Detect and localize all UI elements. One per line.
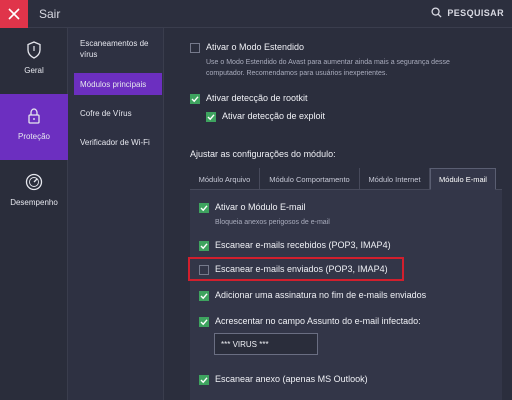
check-icon [200, 293, 208, 300]
close-button[interactable] [0, 0, 28, 28]
rail-item-performance[interactable]: Desempenho [0, 160, 68, 226]
shield-icon [27, 41, 41, 59]
tab-file-module[interactable]: Módulo Arquivo [190, 168, 260, 190]
left-rail: Geral Proteção Desempenho [0, 28, 68, 400]
close-icon [8, 8, 20, 20]
subject-tag-label: Acrescentar no campo Assunto do e-mail i… [215, 316, 421, 326]
tab-web-module[interactable]: Módulo Internet [360, 168, 430, 190]
extended-mode-description-1: Use o Modo Estendido do Avast para aumen… [206, 59, 450, 66]
search-label: PESQUISAR [447, 7, 504, 18]
extended-mode-checkbox[interactable] [190, 43, 200, 53]
subject-tag-checkbox[interactable] [199, 317, 209, 327]
rail-item-general[interactable]: Geral [0, 28, 68, 94]
submenu-item-virus-chest[interactable]: Cofre de Vírus [74, 108, 162, 119]
scan-received-label: Escanear e-mails recebidos (POP3, IMAP4) [215, 240, 391, 250]
check-icon [207, 114, 215, 121]
rail-item-label: Desempenho [10, 198, 58, 207]
email-module-description: Bloqueia anexos perigosos de e-mail [215, 219, 330, 226]
search-button[interactable]: PESQUISAR [431, 7, 504, 18]
scan-attachment-label: Escanear anexo (apenas MS Outlook) [215, 374, 368, 384]
tab-behavior-module[interactable]: Módulo Comportamento [260, 168, 360, 190]
rail-item-label: Geral [24, 66, 44, 75]
rail-item-label: Proteção [17, 132, 51, 141]
email-module-checkbox[interactable] [199, 203, 209, 213]
extended-mode-description-2: computador. Recomendamos para usuários i… [206, 70, 388, 77]
check-icon [200, 377, 208, 384]
rail-item-protection[interactable]: Proteção [0, 94, 68, 160]
scan-attachment-checkbox[interactable] [199, 375, 209, 385]
extended-mode-label: Ativar o Modo Estendido [206, 42, 305, 52]
exploit-label: Ativar detecção de exploit [222, 111, 326, 121]
exploit-checkbox[interactable] [206, 112, 216, 122]
title-bar: Sair PESQUISAR [0, 0, 512, 28]
subject-tag-input[interactable] [214, 333, 318, 355]
add-signature-label: Adicionar uma assinatura no fim de e-mai… [215, 290, 427, 300]
exit-label[interactable]: Sair [39, 7, 60, 21]
rootkit-label: Ativar detecção de rootkit [206, 93, 308, 103]
check-icon [200, 243, 208, 250]
check-icon [191, 96, 199, 103]
scan-received-checkbox[interactable] [199, 241, 209, 251]
submenu-item-wifi-inspector[interactable]: Verificador de Wi-Fi [74, 137, 162, 148]
check-icon [200, 319, 208, 326]
search-icon [431, 7, 442, 18]
main-panel: Ativar o Modo Estendido Use o Modo Esten… [164, 28, 512, 400]
module-tabs: Módulo Arquivo Módulo Comportamento Módu… [190, 168, 502, 190]
check-icon [200, 205, 208, 212]
email-module-label: Ativar o Módulo E-mail [215, 202, 306, 212]
lock-icon [28, 108, 40, 124]
submenu-item-core-modules[interactable]: Módulos principais [74, 73, 162, 95]
module-settings-heading: Ajustar as configurações do módulo: [190, 149, 336, 159]
rootkit-checkbox[interactable] [190, 94, 200, 104]
submenu-item-virus-scans[interactable]: Escaneamentos de vírus [74, 38, 162, 60]
tab-email-module[interactable]: Módulo E-mail [430, 168, 496, 190]
scan-sent-label: Escanear e-mails enviados (POP3, IMAP4) [215, 264, 388, 274]
speedometer-icon [25, 173, 43, 191]
submenu: Escaneamentos de vírus Módulos principai… [68, 28, 164, 400]
add-signature-checkbox[interactable] [199, 291, 209, 301]
scan-sent-checkbox[interactable] [199, 265, 209, 275]
